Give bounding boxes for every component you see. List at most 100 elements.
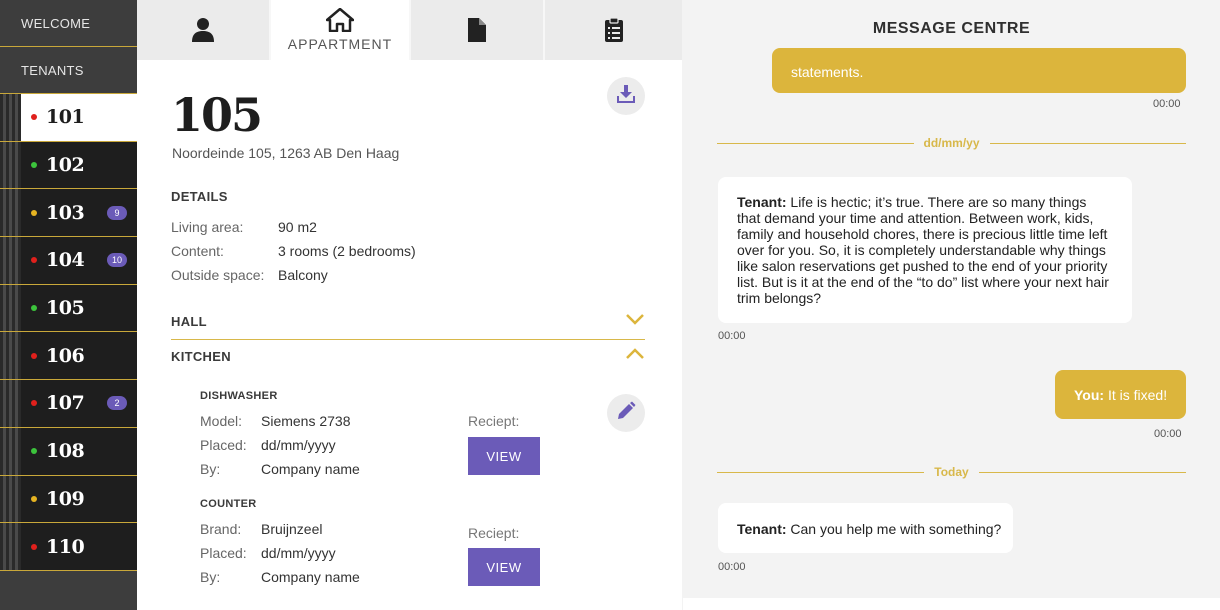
message-text: Can you help me with something?: [790, 521, 1002, 537]
sidebar-unit-number: 105: [46, 297, 85, 320]
tab-appartment[interactable]: APPARTMENT: [271, 0, 411, 60]
sidebar-unit-105[interactable]: 105: [0, 284, 137, 333]
status-dot: [31, 400, 37, 407]
item-row: By: Company name: [200, 569, 360, 585]
message-bubble-tenant: Tenant: Life is hectic; it’s true. There…: [718, 177, 1132, 323]
detail-label: Content:: [171, 243, 224, 259]
status-dot: [31, 114, 37, 121]
item-row: Model: Siemens 2738: [200, 413, 351, 429]
sidebar-unit-number: 104: [46, 249, 85, 272]
item-row: By: Company name: [200, 461, 360, 477]
item-title-counter: COUNTER: [200, 498, 257, 510]
detail-value: 90 m2: [278, 219, 317, 235]
sidebar-unit-103[interactable]: 103 9: [0, 189, 137, 238]
details-heading: DETAILS: [171, 189, 228, 204]
divider: [717, 142, 914, 144]
sidebar-unit-inner: 108: [21, 427, 137, 475]
download-button[interactable]: [607, 77, 645, 115]
sidebar-unit-108[interactable]: 108: [0, 427, 137, 476]
reciept-label: Reciept:: [468, 413, 520, 429]
accordion-hall-label: HALL: [171, 313, 207, 329]
sidebar-unit-inner: 105: [21, 284, 137, 332]
sidebar-unit-number: 108: [46, 440, 85, 463]
view-receipt-button[interactable]: VIEW: [468, 548, 540, 586]
person-icon: [191, 17, 215, 43]
divider: [978, 471, 1187, 473]
home-icon: [326, 8, 354, 32]
edit-button[interactable]: [607, 394, 645, 432]
message-bubble-you: You: It is fixed!: [1055, 370, 1186, 419]
detail-row: Outside space: Balcony: [171, 267, 328, 283]
sidebar-unit-inner: 109: [21, 475, 137, 523]
message-text: It is fixed!: [1107, 387, 1168, 403]
sidebar-unit-number: 102: [46, 154, 85, 177]
view-receipt-button[interactable]: VIEW: [468, 437, 540, 475]
item-value: Company name: [261, 461, 360, 477]
status-dot: [31, 352, 37, 359]
tab-clipboard[interactable]: [545, 0, 682, 60]
message-input-area[interactable]: [683, 598, 1220, 610]
accordion-kitchen[interactable]: KITCHEN: [171, 339, 645, 373]
message-time: 00:00: [1154, 428, 1182, 440]
item-title-dishwasher: DISHWASHER: [200, 390, 278, 402]
item-row: Placed: dd/mm/yyyy: [200, 437, 336, 453]
status-dot: [31, 162, 37, 169]
unread-badge: 10: [107, 253, 127, 268]
sidebar-tenants[interactable]: TENANTS: [0, 47, 137, 94]
status-dot: [31, 448, 37, 455]
status-dot: [31, 543, 37, 550]
sidebar-unit-102[interactable]: 102: [0, 141, 137, 190]
tab-bar: APPARTMENT: [137, 0, 682, 60]
accordion-hall[interactable]: HALL: [171, 304, 645, 338]
detail-label: Outside space:: [171, 267, 265, 283]
sidebar-unit-number: 106: [46, 344, 85, 367]
sidebar-unit-inner: 107 2: [21, 380, 137, 427]
sidebar-unit-inner: 102: [21, 141, 137, 189]
reciept-label: Reciept:: [468, 525, 520, 541]
detail-value: Balcony: [278, 267, 328, 283]
sidebar-welcome[interactable]: WELCOME: [0, 0, 137, 47]
date-separator: Today: [717, 465, 1187, 479]
sidebar-unit-110[interactable]: 110: [0, 523, 137, 571]
item-label: By:: [200, 569, 221, 585]
item-value: Siemens 2738: [261, 413, 351, 429]
message-sender: Tenant:: [737, 194, 787, 210]
document-icon: [467, 17, 487, 43]
tab-document[interactable]: [411, 0, 545, 60]
sidebar-unit-107[interactable]: 107 2: [0, 380, 137, 428]
clipboard-icon: [604, 17, 624, 43]
sidebar-unit-number: 103: [46, 201, 85, 224]
item-label: Placed:: [200, 545, 247, 561]
item-row: Brand: Bruijnzeel: [200, 521, 322, 537]
sidebar-unit-number: 109: [46, 487, 85, 510]
sidebar-unit-104[interactable]: 104 10: [0, 237, 137, 285]
item-label: Model:: [200, 413, 243, 429]
sidebar-unit-inner: 104 10: [21, 237, 137, 284]
status-dot: [31, 209, 37, 216]
message-text: statements.: [791, 64, 864, 80]
message-bubble-tenant: Tenant: Can you help me with something?: [718, 503, 1013, 553]
message-sender: Tenant:: [737, 521, 787, 537]
message-bubble-you: statements.: [772, 48, 1186, 93]
sidebar-unit-number: 101: [46, 106, 85, 129]
app-root: WELCOME TENANTS 101 102 103 9 104 10 105 106 107…: [0, 0, 1220, 610]
item-value: dd/mm/yyyy: [261, 545, 336, 561]
sidebar-unit-inner: 106: [21, 332, 137, 380]
message-time: 00:00: [718, 561, 746, 573]
sidebar-unit-101[interactable]: 101: [0, 94, 137, 142]
item-label: By:: [200, 461, 221, 477]
tab-tenant[interactable]: [137, 0, 271, 60]
sidebar-unit-number: 110: [46, 535, 85, 558]
item-row: Placed: dd/mm/yyyy: [200, 545, 336, 561]
date-separator-label: dd/mm/yy: [923, 136, 980, 150]
message-centre: MESSAGE CENTRE statements. 00:00 dd/mm/y…: [683, 0, 1220, 610]
sidebar-unit-109[interactable]: 109: [0, 475, 137, 524]
status-dot: [31, 495, 37, 502]
message-time: 00:00: [1153, 98, 1181, 110]
sidebar-unit-106[interactable]: 106: [0, 332, 137, 381]
chevron-down-icon: [625, 312, 645, 330]
divider: [717, 471, 925, 473]
sidebar: WELCOME TENANTS 101 102 103 9 104 10 105 106 107…: [0, 0, 137, 610]
detail-row: Living area: 90 m2: [171, 219, 317, 235]
accordion-kitchen-label: KITCHEN: [171, 348, 231, 364]
